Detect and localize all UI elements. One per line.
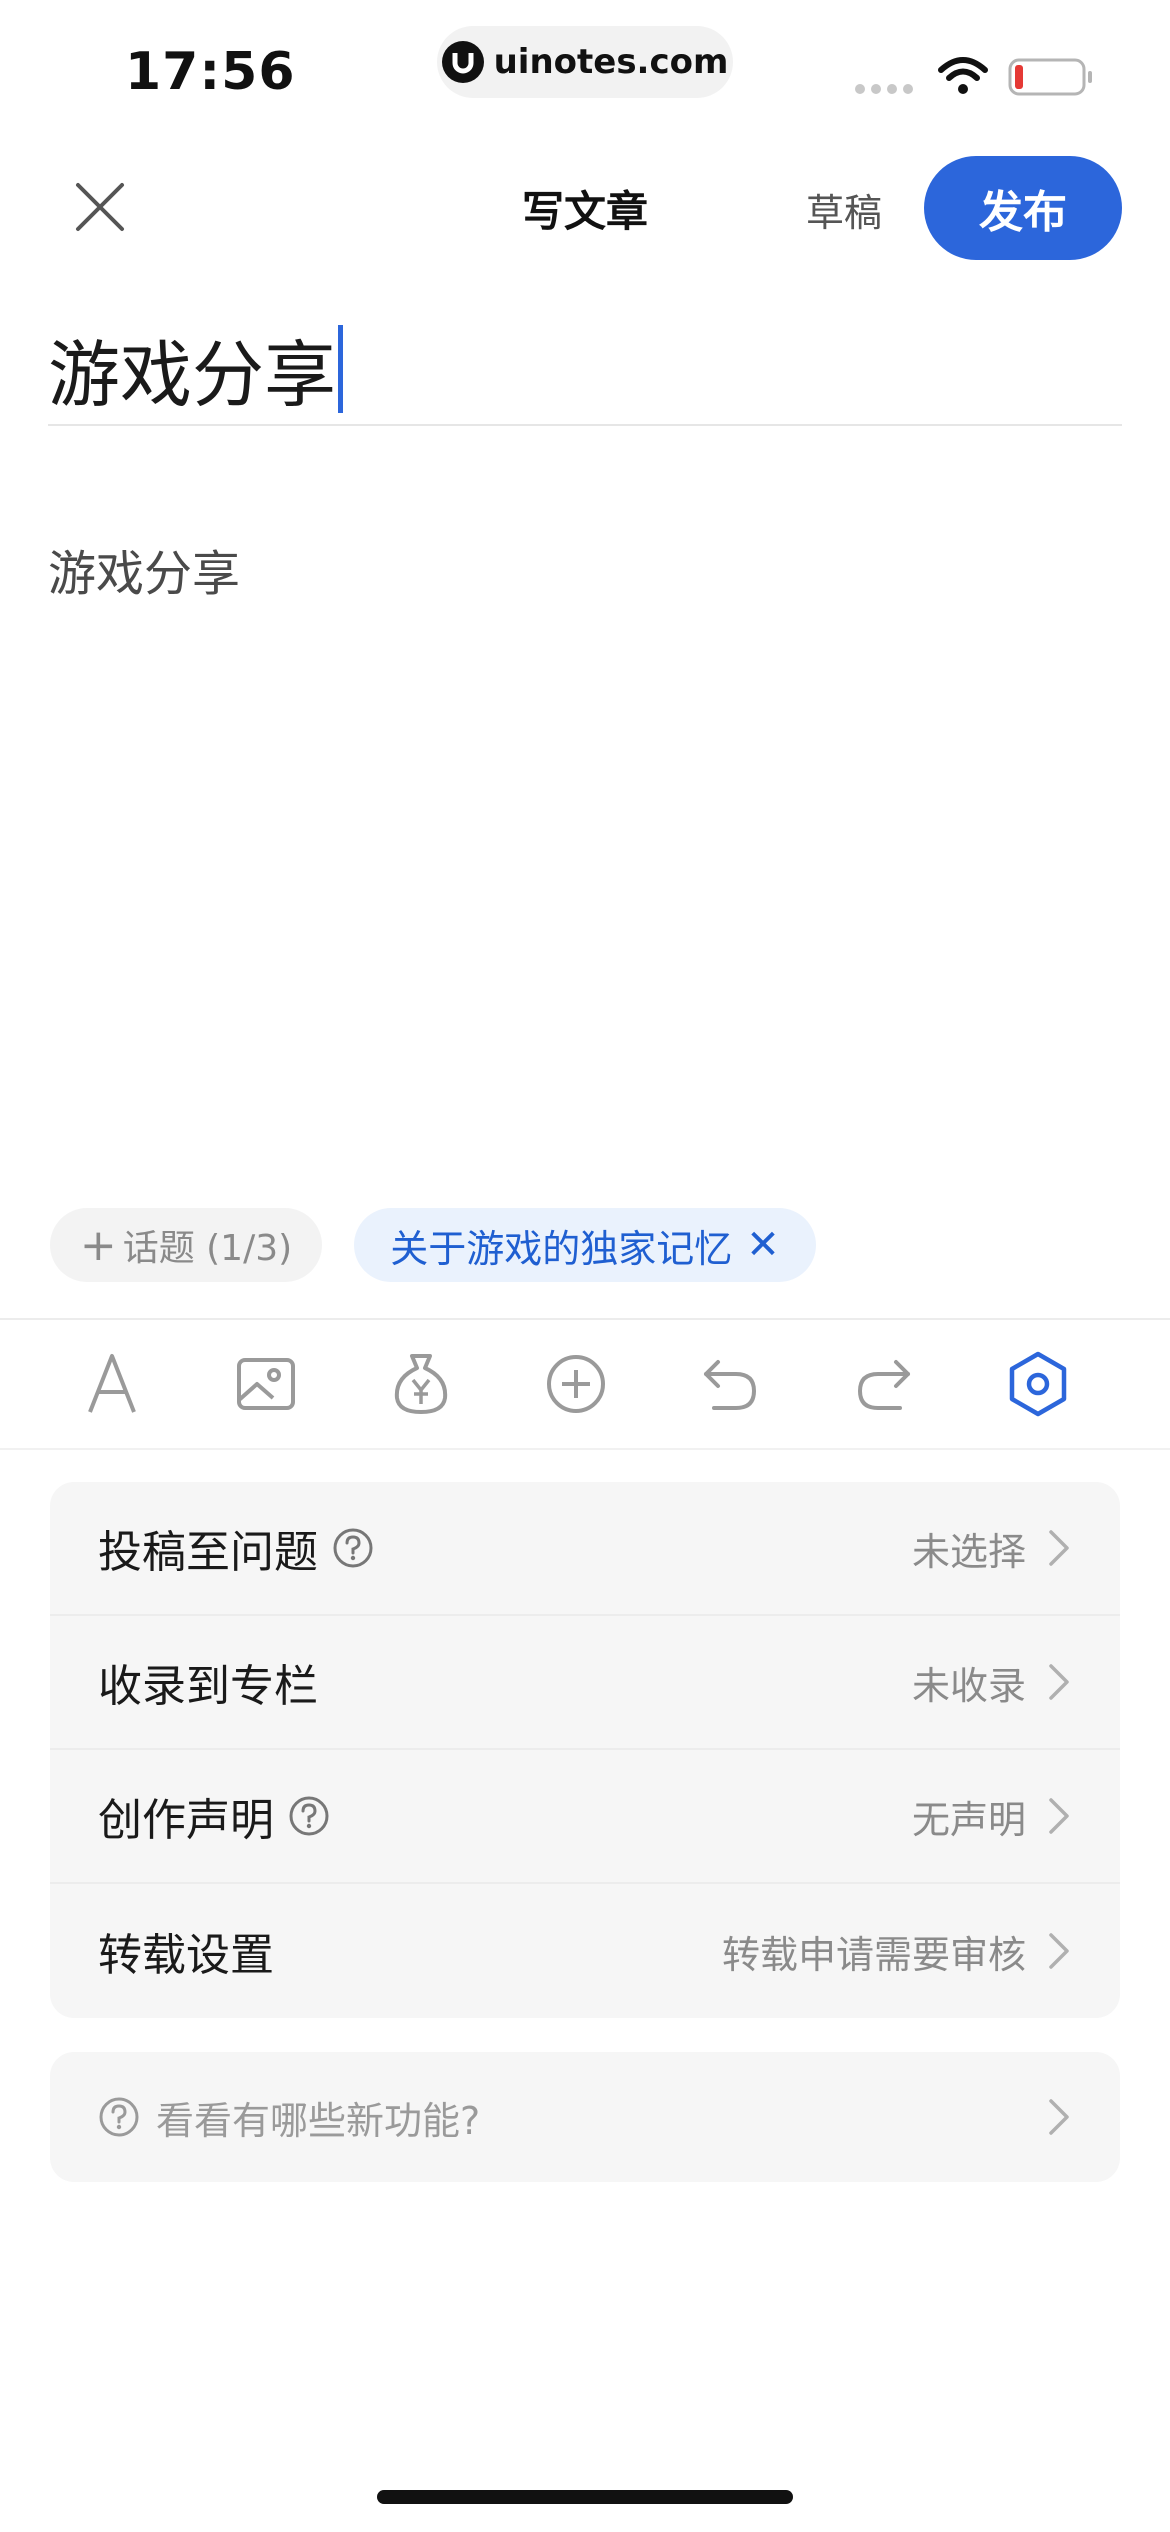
chevron-right-icon [1049,1530,1069,1566]
plus-circle-icon[interactable] [540,1348,612,1420]
settings-row-creation-statement[interactable]: 创作声明 无声明 [50,1750,1120,1884]
chevron-right-icon [1049,1664,1069,1700]
publish-button[interactable]: 发布 [924,156,1122,260]
image-icon[interactable] [230,1348,302,1420]
add-topic-chip[interactable]: + 话题 (1/3) [50,1208,322,1282]
publish-settings-card: 投稿至问题 未选择 收录到专栏 未收录 创作声明 无声明 转载设置 转载申请需要… [50,1482,1120,2018]
editor-toolbar [0,1320,1170,1448]
settings-row-submit-question[interactable]: 投稿至问题 未选择 [50,1482,1120,1616]
row-value: 未选择 [911,1529,1026,1574]
settings-row-repost[interactable]: 转载设置 转载申请需要审核 [50,1884,1120,2018]
chevron-right-icon [1049,1933,1069,1969]
site-logo-icon [441,41,484,83]
selected-topic-chip[interactable]: 关于游戏的独家记忆 ✕ [354,1208,816,1282]
body-editor[interactable]: 游戏分享 [48,534,240,604]
battery-low-icon [1008,58,1092,96]
chevron-right-icon [1049,2099,1069,2135]
title-input[interactable]: 游戏分享 [48,316,344,421]
help-icon[interactable] [332,1527,374,1569]
settings-row-column[interactable]: 收录到专栏 未收录 [50,1616,1120,1750]
chevron-right-icon [1049,1798,1069,1834]
draft-button[interactable]: 草稿 [806,182,882,237]
undo-icon[interactable] [694,1348,766,1420]
row-label: 创作声明 [98,1795,274,1846]
wifi-icon [938,57,988,94]
editor-header: 写文章 草稿 发布 [0,150,1170,265]
row-value: 未收录 [911,1663,1026,1708]
text-caret [338,324,344,413]
remove-topic-icon[interactable]: ✕ [746,1222,780,1268]
selected-topic-label: 关于游戏的独家记忆 [390,1226,733,1271]
whats-new-label: 看看有哪些新功能? [156,2098,481,2143]
row-value: 无声明 [911,1797,1026,1842]
url-text: uinotes.com [493,42,729,82]
help-icon[interactable] [288,1795,330,1837]
add-topic-label: 话题 (1/3) [122,1228,293,1269]
text-format-icon[interactable] [76,1348,148,1420]
row-value: 转载申请需要审核 [721,1932,1026,1977]
toolbar-bottom-divider [0,1448,1170,1450]
settings-hex-icon[interactable] [1002,1348,1074,1420]
status-time: 17:56 [125,42,296,102]
plus-icon: + [79,1219,117,1271]
signal-dots-icon [855,84,913,94]
redo-icon[interactable] [848,1348,920,1420]
url-pill[interactable]: uinotes.com [437,26,733,98]
home-indicator[interactable] [377,2490,793,2504]
status-bar: 17:56 uinotes.com [0,0,1170,130]
row-label: 转载设置 [98,1930,274,1981]
title-divider [48,424,1122,426]
whats-new-row[interactable]: 看看有哪些新功能? [50,2052,1120,2182]
row-label: 收录到专栏 [98,1661,318,1712]
help-icon [99,2097,139,2137]
title-input-value: 游戏分享 [48,333,337,417]
row-label: 投稿至问题 [98,1527,318,1578]
money-bag-icon[interactable] [385,1348,457,1420]
